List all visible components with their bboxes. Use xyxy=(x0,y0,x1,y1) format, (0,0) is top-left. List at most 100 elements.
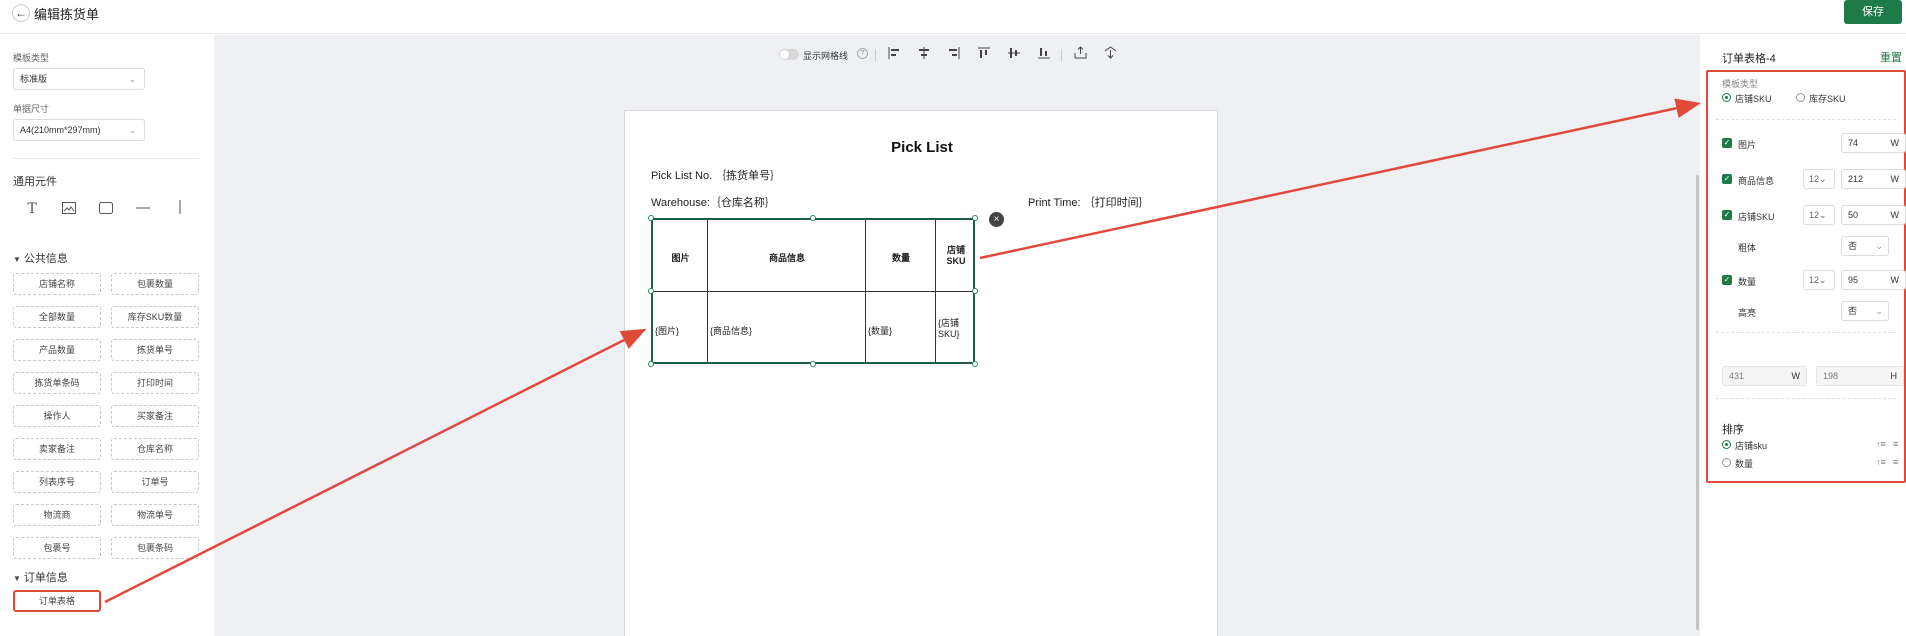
paper-size-select[interactable]: A4(210mm*297mm) ⌄ xyxy=(13,119,145,141)
image-width-input[interactable]: 74 W xyxy=(1841,133,1906,153)
element-chip[interactable]: 库存SKU数量 xyxy=(111,306,199,328)
order-info-group[interactable]: ▼ 订单信息 xyxy=(13,569,68,585)
element-chip[interactable]: 仓库名称 xyxy=(111,438,199,460)
element-chip[interactable]: 包裹条码 xyxy=(111,537,199,559)
paper-sheet[interactable]: Pick List Pick List No. ｛拣货单号｝ Warehouse… xyxy=(624,110,1218,636)
template-type-label: 模板类型 xyxy=(1722,79,1759,89)
resize-handle[interactable] xyxy=(810,215,816,221)
close-icon[interactable]: × xyxy=(989,212,1004,227)
template-type-select[interactable]: 标准版 ⌄ xyxy=(13,68,145,90)
checkbox-product-info[interactable]: ✓ xyxy=(1722,174,1732,184)
element-chip[interactable]: 包裹号 xyxy=(13,537,101,559)
align-right-icon[interactable] xyxy=(945,46,963,64)
resize-handle[interactable] xyxy=(972,361,978,367)
template-type-label: 模板类型 xyxy=(13,53,50,63)
element-chip[interactable]: 拣货单号 xyxy=(111,339,199,361)
order-table[interactable]: 图片 商品信息 数量 店铺SKU {图片} {商品信息} {数量} {店铺SKU… xyxy=(651,218,975,364)
resize-handle[interactable] xyxy=(648,288,654,294)
element-chip[interactable]: 全部数量 xyxy=(13,306,101,328)
sku-bold-select[interactable]: 否 ⌄ xyxy=(1841,236,1889,256)
resize-handle[interactable] xyxy=(648,361,654,367)
canvas-toolbar: 显示网格线 ? xyxy=(779,45,1339,65)
element-chip[interactable]: 物流商 xyxy=(13,504,101,526)
product-field-label: 商品信息 xyxy=(1738,176,1775,186)
text-icon[interactable]: T xyxy=(21,198,43,220)
sku-bold-label: 粗体 xyxy=(1738,243,1757,253)
element-chip[interactable]: 店铺名称 xyxy=(13,273,101,295)
align-bottom-icon[interactable] xyxy=(1035,46,1053,64)
divider xyxy=(13,158,199,159)
element-chip[interactable]: 物流单号 xyxy=(111,504,199,526)
resize-handle[interactable] xyxy=(648,215,654,221)
qty-width-input[interactable]: 95 W xyxy=(1841,270,1906,290)
warehouse-field[interactable]: Warehouse:｛仓库名称｝ xyxy=(651,194,776,210)
image-width-value: 74 xyxy=(1848,138,1859,148)
bring-forward-icon[interactable] xyxy=(1071,46,1089,64)
horizontal-line-icon[interactable] xyxy=(132,198,154,220)
save-button[interactable]: 保存 xyxy=(1844,0,1902,24)
sort-radio-quantity[interactable] xyxy=(1722,458,1731,467)
chevron-down-icon: ⌄ xyxy=(1875,241,1883,251)
pick-list-no-field[interactable]: Pick List No. ｛拣货单号｝ xyxy=(651,167,781,183)
radio-store-sku[interactable] xyxy=(1722,93,1731,102)
back-arrow-icon[interactable]: ← xyxy=(12,4,30,22)
sort-ascending-icon[interactable]: ↑≡ xyxy=(1876,439,1886,449)
element-chip[interactable]: 列表序号 xyxy=(13,471,101,493)
pick-list-title[interactable]: Pick List xyxy=(625,139,1219,156)
align-left-icon[interactable] xyxy=(885,46,903,64)
sort-descending-icon[interactable]: ≡ xyxy=(1893,457,1898,467)
product-font-select[interactable]: 12⌄ xyxy=(1803,169,1835,189)
element-chip[interactable]: 产品数量 xyxy=(13,339,101,361)
resize-handle[interactable] xyxy=(810,361,816,367)
chevron-down-icon: ⌄ xyxy=(128,74,136,84)
canvas-scrollbar[interactable] xyxy=(1696,175,1699,630)
element-chip[interactable]: 卖家备注 xyxy=(13,438,101,460)
element-chip[interactable]: 操作人 xyxy=(13,405,101,427)
order-table-chip[interactable]: 订单表格 xyxy=(13,590,101,612)
element-chip[interactable]: 包裹数量 xyxy=(111,273,199,295)
product-width-input[interactable]: 212 W xyxy=(1841,169,1906,189)
align-middle-icon[interactable] xyxy=(1005,46,1023,64)
checkbox-image[interactable]: ✓ xyxy=(1722,138,1732,148)
width-unit: W xyxy=(1890,138,1900,148)
qty-highlight-select[interactable]: 否 ⌄ xyxy=(1841,301,1889,321)
caret-down-icon: ▼ xyxy=(13,574,21,583)
rectangle-icon[interactable] xyxy=(95,198,117,220)
checkbox-store-sku[interactable]: ✓ xyxy=(1722,210,1732,220)
image-field-label: 图片 xyxy=(1738,140,1757,150)
qty-width-value: 95 xyxy=(1848,275,1859,285)
resize-handle[interactable] xyxy=(972,215,978,221)
radio-stock-sku[interactable] xyxy=(1796,93,1805,102)
sort-ascending-icon[interactable]: ↑≡ xyxy=(1876,457,1886,467)
public-info-group[interactable]: ▼ 公共信息 xyxy=(13,250,68,266)
vertical-line-icon[interactable] xyxy=(169,198,191,220)
element-chip[interactable]: 打印时间 xyxy=(111,372,199,394)
product-font-value: 12 xyxy=(1809,174,1820,184)
qty-font-select[interactable]: 12⌄ xyxy=(1803,270,1835,290)
table-height-input[interactable]: 198 H xyxy=(1816,366,1904,386)
reset-link[interactable]: 重置 xyxy=(1880,49,1902,65)
toolbar-divider xyxy=(875,49,876,61)
sku-font-select[interactable]: 12⌄ xyxy=(1803,205,1835,225)
element-chip[interactable]: 买家备注 xyxy=(111,405,199,427)
resize-handle[interactable] xyxy=(972,288,978,294)
align-top-icon[interactable] xyxy=(975,46,993,64)
radio-store-sku-label: 店铺SKU xyxy=(1735,94,1772,104)
align-center-icon[interactable] xyxy=(915,46,933,64)
sort-descending-icon[interactable]: ≡ xyxy=(1893,439,1898,449)
info-icon[interactable]: ? xyxy=(857,48,868,59)
send-backward-icon[interactable] xyxy=(1101,46,1119,64)
grid-toggle[interactable] xyxy=(779,49,799,60)
template-type-value: 标准版 xyxy=(20,74,48,84)
image-icon[interactable] xyxy=(58,198,80,220)
element-chip[interactable]: 订单号 xyxy=(111,471,199,493)
sku-width-input[interactable]: 50 W xyxy=(1841,205,1906,225)
checkbox-quantity[interactable]: ✓ xyxy=(1722,275,1732,285)
print-time-field[interactable]: Print Time: ｛打印时间｝ xyxy=(1028,194,1150,210)
table-header-cell: 数量 xyxy=(891,253,910,263)
sort-radio-store-sku[interactable] xyxy=(1722,440,1731,449)
table-width-input[interactable]: 431 W xyxy=(1722,366,1807,386)
sku-width-value: 50 xyxy=(1848,210,1859,220)
design-canvas[interactable]: 显示网格线 ? Pick List Pick List No. ｛拣货单号｝ W… xyxy=(214,35,1700,636)
element-chip[interactable]: 拣货单条码 xyxy=(13,372,101,394)
